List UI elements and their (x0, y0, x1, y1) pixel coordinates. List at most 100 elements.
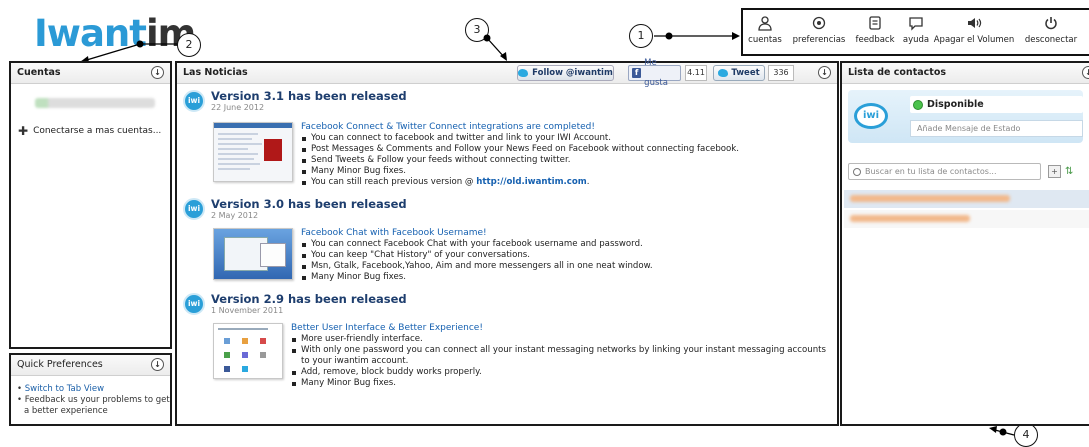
toolbar-ayuda-label: ayuda (902, 35, 930, 45)
switch-tab-view-link[interactable]: Switch to Tab View (17, 384, 170, 395)
quick-preferences-title: Quick Preferences (17, 359, 103, 370)
release-date: 1 November 2011 (211, 306, 284, 315)
user-avatar[interactable]: iwi (854, 103, 888, 129)
release-content: Facebook Chat with Facebook Username! Yo… (213, 228, 831, 283)
like-label: Me gusta (644, 58, 668, 88)
news-panel-title: Las Noticias (183, 67, 248, 78)
connect-more-label: Conectarse a mas cuentas... (33, 126, 162, 136)
contact-search-input[interactable]: Buscar en tu lista de contactos... (848, 163, 1041, 180)
feature-item: You can connect Facebook Chat with your … (301, 239, 653, 250)
release-header: iwi Version 2.9 has been released 1 Nove… (183, 293, 831, 323)
toolbar-volume-button[interactable]: Apagar el Volumen (933, 10, 1015, 54)
toolbar-feedback-button[interactable]: feedback (851, 10, 899, 54)
toolbar-disconnect-button[interactable]: desconectar (1015, 10, 1087, 54)
contacts-panel-header: Lista de contactos ↓ (842, 63, 1089, 84)
accounts-panel-header: Cuentas ↓ (11, 63, 170, 84)
search-icon (853, 167, 861, 176)
screenshot-thumbnail[interactable] (213, 228, 293, 280)
contacts-panel: Lista de contactos ↓ iwi Disponible Añad… (840, 61, 1089, 426)
toolbar-cuentas-label: cuentas (748, 35, 782, 45)
search-placeholder: Buscar en tu lista de contactos... (865, 167, 997, 176)
toolbar-preferencias-label: preferencias (792, 35, 846, 45)
feature-item: Many Minor Bug fixes. (301, 166, 739, 177)
feature-list: You can connect Facebook Chat with your … (301, 239, 653, 283)
release-title: Version 3.1 has been released (211, 89, 407, 103)
status-selector[interactable]: Disponible (910, 96, 1083, 113)
toolbar-volume-label: Apagar el Volumen (933, 35, 1015, 45)
top-toolbar: cuentas preferencias feedback ayuda Apag… (741, 8, 1089, 56)
twitter-bird-icon (718, 69, 729, 77)
feature-item: You can connect to facebook and twitter … (301, 133, 739, 144)
feature-item-text: You can still reach previous version @ (311, 177, 477, 187)
toolbar-feedback-label: feedback (855, 35, 895, 45)
toolbar-preferencias-button[interactable]: preferencias (787, 10, 851, 54)
feedback-note: Feedback us your problems to get a bette… (17, 395, 170, 417)
feature-item: Post Messages & Comments and Follow your… (301, 144, 739, 155)
toolbar-disconnect-label: desconectar (1024, 35, 1078, 45)
sort-contacts-icon[interactable]: ⇅ (1065, 165, 1078, 178)
contact-group-row[interactable] (844, 190, 1089, 208)
feature-item: Send Tweets & Follow your feeds without … (301, 155, 739, 166)
add-contact-icon[interactable]: + (1048, 165, 1061, 178)
feature-item: With only one password you can connect a… (291, 345, 831, 367)
tweet-count: 336 (768, 65, 794, 81)
available-status-icon (913, 99, 923, 110)
feature-item: You can keep "Chat History" of your conv… (301, 250, 653, 261)
accounts-panel-title: Cuentas (17, 67, 61, 78)
preferences-icon (812, 16, 826, 30)
volume-icon (968, 18, 982, 28)
iwi-logo-icon: iwi (183, 90, 205, 112)
release-content: Better User Interface & Better Experienc… (213, 323, 831, 389)
power-icon (1045, 17, 1057, 30)
screenshot-thumbnail[interactable] (213, 122, 293, 182)
feature-title-link[interactable]: Facebook Connect & Twitter Connect integ… (301, 122, 739, 133)
quick-preferences-list: Switch to Tab View Feedback us your prob… (11, 376, 170, 417)
collapse-icon[interactable]: ↓ (151, 358, 164, 371)
collapse-icon[interactable]: ↓ (151, 66, 164, 79)
collapse-icon[interactable]: ↓ (818, 66, 831, 79)
feature-item: More user-friendly interface. (291, 334, 831, 345)
accounts-icon (758, 16, 772, 31)
release-content: Facebook Connect & Twitter Connect integ… (213, 122, 831, 188)
accounts-panel: Cuentas ↓ ✚ Conectarse a mas cuentas... (9, 61, 172, 349)
feature-item: Msn, Gtalk, Facebook,Yahoo, Aim and more… (301, 261, 653, 272)
feature-list: You can connect to facebook and twitter … (301, 133, 739, 188)
feedback-icon (869, 16, 881, 30)
collapse-icon[interactable]: ↓ (1082, 66, 1089, 79)
like-count: 4.11 (685, 65, 707, 81)
status-box: iwi Disponible Añade Mensaje de Estado (848, 90, 1083, 143)
news-feed: iwi Version 3.1 has been released 22 Jun… (177, 84, 837, 393)
tweet-label: Tweet (731, 68, 760, 78)
feature-item: Many Minor Bug fixes. (291, 378, 831, 389)
twitter-bird-icon (518, 69, 529, 77)
quick-preferences-panel: Quick Preferences ↓ Switch to Tab View F… (9, 353, 172, 426)
connect-more-accounts-link[interactable]: ✚ Conectarse a mas cuentas... (18, 124, 170, 138)
tweet-button[interactable]: Tweet (713, 65, 765, 81)
feature-item-suffix: . (586, 177, 590, 187)
release-title: Version 2.9 has been released (211, 292, 407, 306)
facebook-like-button[interactable]: f Me gusta (628, 58, 681, 88)
follow-label: Follow @iwantim (532, 68, 613, 78)
help-icon (909, 17, 923, 31)
screenshot-thumbnail[interactable] (213, 323, 283, 379)
old-version-link[interactable]: http://old.iwantim.com (476, 177, 587, 187)
release-title: Version 3.0 has been released (211, 197, 407, 211)
feature-item: Many Minor Bug fixes. (301, 272, 653, 283)
release-header: iwi Version 3.0 has been released 2 May … (183, 198, 831, 228)
contact-group-row[interactable] (844, 210, 1089, 228)
toolbar-cuentas-button[interactable]: cuentas (743, 10, 787, 54)
feature-item: You can still reach previous version @ h… (301, 177, 739, 188)
plus-icon: ✚ (18, 124, 29, 138)
status-message-input[interactable]: Añade Mensaje de Estado (910, 120, 1083, 137)
toolbar-ayuda-button[interactable]: ayuda (899, 10, 933, 54)
feature-title-link[interactable]: Facebook Chat with Facebook Username! (301, 228, 653, 239)
status-label: Disponible (927, 99, 984, 110)
release-date: 2 May 2012 (211, 211, 259, 220)
follow-twitter-button[interactable]: Follow @iwantim (517, 65, 614, 81)
feature-title-link[interactable]: Better User Interface & Better Experienc… (291, 323, 831, 334)
feature-item: Add, remove, block buddy works properly. (291, 367, 831, 378)
facebook-icon: f (632, 68, 642, 78)
blurred-account-entry[interactable] (35, 98, 155, 108)
contacts-panel-title: Lista de contactos (848, 67, 947, 78)
iwi-logo-icon: iwi (183, 198, 205, 220)
